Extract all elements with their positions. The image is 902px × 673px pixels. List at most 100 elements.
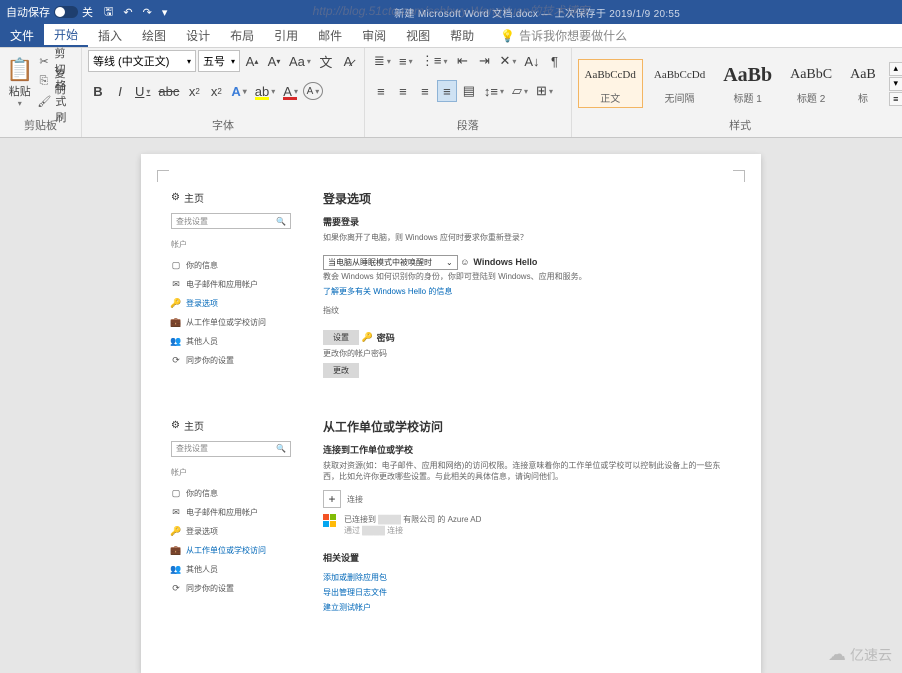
nav-sync-settings[interactable]: ⟳同步你的设置 [171, 579, 301, 598]
multilevel-list-button[interactable]: ⋮≡ [418, 50, 451, 72]
align-right-button[interactable]: ≡ [415, 80, 435, 102]
nav-signin-options[interactable]: 🔑登录选项 [171, 294, 301, 313]
need-login-heading: 需要登录 [323, 215, 731, 228]
bullets-button[interactable]: ≣ [371, 50, 394, 72]
grow-font-button[interactable]: A▴ [242, 50, 262, 72]
briefcase-icon: 💼 [171, 317, 181, 328]
fingerprint-setup-button[interactable]: 设置 [323, 330, 359, 345]
tab-home[interactable]: 开始 [44, 24, 88, 47]
strikethrough-button[interactable]: abc [155, 80, 182, 102]
scroll-up-icon[interactable]: ▴ [889, 62, 902, 76]
clear-formatting-button[interactable]: A̷ [338, 50, 358, 72]
tab-references[interactable]: 引用 [264, 24, 308, 47]
require-signin-select[interactable]: 当电脑从睡眠模式中被唤醒时⌄ [323, 255, 458, 270]
style-title[interactable]: AaB标 [843, 59, 883, 108]
tell-me-input[interactable]: 💡告诉我你想要做什么 [490, 24, 637, 47]
chevron-down-icon: ▾ [18, 99, 22, 108]
shading-button[interactable]: ▱ [509, 80, 531, 102]
tab-file[interactable]: 文件 [0, 24, 44, 47]
font-size-select[interactable]: 五号▾ [198, 50, 240, 72]
shrink-font-button[interactable]: A▾ [264, 50, 284, 72]
tab-design[interactable]: 设计 [176, 24, 220, 47]
change-case-button[interactable]: Aa [286, 50, 314, 72]
font-family-select[interactable]: 等线 (中文正文)▾ [88, 50, 196, 72]
nav-your-info[interactable]: ▢你的信息 [171, 484, 301, 503]
hello-learn-more-link[interactable]: 了解更多有关 Windows Hello 的信息 [323, 286, 452, 297]
expand-gallery-icon[interactable]: ≡ [889, 92, 902, 106]
numbering-button[interactable]: ≡ [396, 50, 416, 72]
underline-button[interactable]: U [132, 80, 153, 102]
briefcase-icon: 💼 [171, 545, 181, 556]
related-link-2[interactable]: 导出管理日志文件 [323, 587, 387, 598]
nav-signin-options[interactable]: 🔑登录选项 [171, 522, 301, 541]
settings-home[interactable]: ⚙主页 [171, 418, 301, 433]
settings-home[interactable]: ⚙主页 [171, 190, 301, 205]
section-header: 帐户 [171, 467, 301, 478]
save-icon[interactable]: 🖫 [99, 3, 118, 22]
nav-sync-settings[interactable]: ⟳同步你的设置 [171, 351, 301, 370]
nav-your-info[interactable]: ▢你的信息 [171, 256, 301, 275]
nav-access-work[interactable]: 💼从工作单位或学校访问 [171, 541, 301, 560]
copy-icon: ⎘ [37, 75, 50, 88]
connected-account-row[interactable]: 已连接到 ████ 有限公司 的 Azure AD 通过 ████ 连接 [323, 514, 731, 536]
nav-email-accounts[interactable]: ✉电子邮件和应用帐户 [171, 275, 301, 294]
tab-help[interactable]: 帮助 [440, 24, 484, 47]
autosave-state: 关 [82, 4, 93, 20]
autosave-toggle[interactable]: 自动保存 关 [0, 4, 99, 20]
nav-email-accounts[interactable]: ✉电子邮件和应用帐户 [171, 503, 301, 522]
bulb-icon: 💡 [500, 29, 515, 43]
borders-button[interactable]: ⊞ [533, 80, 556, 102]
undo-icon[interactable]: ↶ [118, 6, 137, 19]
tab-insert[interactable]: 插入 [88, 24, 132, 47]
nav-other-users[interactable]: 👥其他人员 [171, 560, 301, 579]
text-effects-button[interactable]: A [228, 80, 249, 102]
highlight-button[interactable]: ab [252, 80, 278, 102]
tab-mailings[interactable]: 邮件 [308, 24, 352, 47]
style-name: 标题 1 [723, 90, 772, 105]
connected-label: 已连接到 [344, 515, 376, 524]
style-heading2[interactable]: AaBbC标题 2 [783, 59, 839, 108]
sort-button[interactable]: A↓ [521, 50, 542, 72]
format-painter-button[interactable]: 🖌格式刷 [37, 92, 75, 110]
increase-indent-button[interactable]: ⇥ [474, 50, 494, 72]
document-area[interactable]: ⚙主页 查找设置🔍 帐户 ▢你的信息 ✉电子邮件和应用帐户 🔑登录选项 💼从工作… [0, 138, 902, 673]
password-change-button[interactable]: 更改 [323, 363, 359, 378]
font-color-button[interactable]: A [280, 80, 301, 102]
decrease-indent-button[interactable]: ⇤ [452, 50, 472, 72]
align-left-button[interactable]: ≡ [371, 80, 391, 102]
tab-layout[interactable]: 布局 [220, 24, 264, 47]
subscript-button[interactable]: x2 [184, 80, 204, 102]
phonetic-guide-button[interactable]: 文 [316, 50, 336, 72]
related-link-3[interactable]: 建立测试帐户 [323, 602, 371, 613]
tab-view[interactable]: 视图 [396, 24, 440, 47]
paste-button[interactable]: 📋 粘贴 ▾ [6, 50, 33, 114]
hello-body: 教会 Windows 如何识别你的身份，你即可登陆到 Windows、应用和服务… [323, 271, 731, 282]
redo-icon[interactable]: ↷ [138, 6, 157, 19]
distribute-button[interactable]: ▤ [459, 80, 479, 102]
related-link-1[interactable]: 添加或删除应用包 [323, 572, 387, 583]
qat-more-icon[interactable]: ▾ [157, 6, 173, 19]
ribbon-tabs: 文件 开始 插入 绘图 设计 布局 引用 邮件 审阅 视图 帮助 💡告诉我你想要… [0, 24, 902, 48]
text-direction-button[interactable]: ✕ [496, 50, 519, 72]
italic-button[interactable]: I [110, 80, 130, 102]
settings-search[interactable]: 查找设置🔍 [171, 213, 291, 229]
enclose-char-button[interactable]: A [303, 82, 323, 100]
style-no-spacing[interactable]: AaBbCcDd无间隔 [647, 59, 712, 108]
bold-button[interactable]: B [88, 80, 108, 102]
via-label: 通过 [344, 526, 360, 535]
nav-other-users[interactable]: 👥其他人员 [171, 332, 301, 351]
justify-button[interactable]: ≡ [437, 80, 457, 102]
scroll-down-icon[interactable]: ▾ [889, 77, 902, 91]
align-center-button[interactable]: ≡ [393, 80, 413, 102]
show-marks-button[interactable]: ¶ [545, 50, 565, 72]
superscript-button[interactable]: x2 [206, 80, 226, 102]
style-heading1[interactable]: AaBb标题 1 [716, 59, 779, 108]
tab-review[interactable]: 审阅 [352, 24, 396, 47]
settings-search[interactable]: 查找设置🔍 [171, 441, 291, 457]
line-spacing-button[interactable]: ↕≡ [481, 80, 507, 102]
add-connection-button[interactable]: + [323, 490, 341, 508]
style-preview: AaBbCcDd [654, 62, 705, 88]
nav-access-work[interactable]: 💼从工作单位或学校访问 [171, 313, 301, 332]
style-normal[interactable]: AaBbCcDd正文 [578, 59, 643, 108]
tab-draw[interactable]: 绘图 [132, 24, 176, 47]
